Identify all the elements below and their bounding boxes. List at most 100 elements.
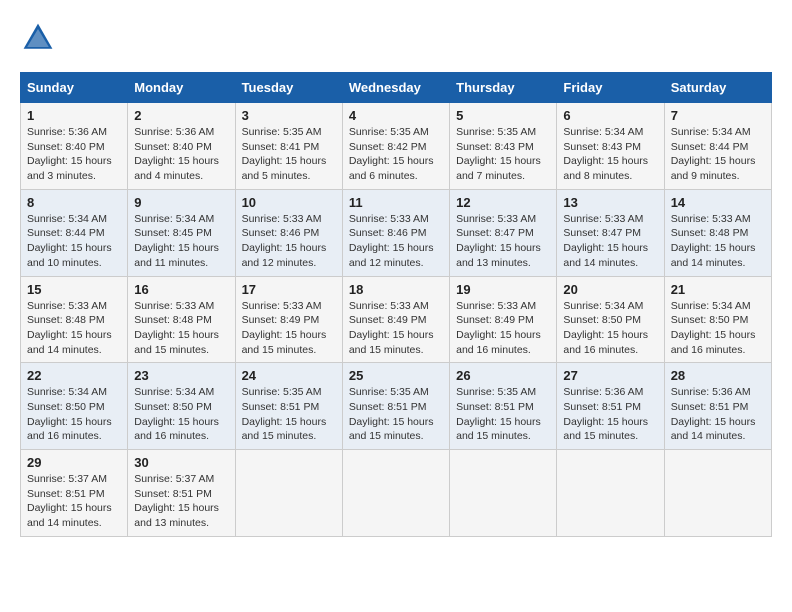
day-info: Sunrise: 5:34 AMSunset: 8:43 PMDaylight:… <box>563 125 657 184</box>
calendar-cell: 13 Sunrise: 5:33 AMSunset: 8:47 PMDayligh… <box>557 189 664 276</box>
calendar-body: 1 Sunrise: 5:36 AMSunset: 8:40 PMDaylight… <box>21 103 772 537</box>
calendar-cell: 6 Sunrise: 5:34 AMSunset: 8:43 PMDaylight… <box>557 103 664 190</box>
day-info: Sunrise: 5:33 AMSunset: 8:49 PMDaylight:… <box>349 299 443 358</box>
day-number: 10 <box>242 195 336 210</box>
calendar-cell: 3Sunrise: 5:35 AMSunset: 8:41 PMDaylight… <box>235 103 342 190</box>
calendar-cell: 30Sunrise: 5:37 AMSunset: 8:51 PMDayligh… <box>128 450 235 537</box>
day-info: Sunrise: 5:36 AMSunset: 8:51 PMDaylight:… <box>671 385 765 444</box>
weekday-header: Thursday <box>450 73 557 103</box>
day-info: Sunrise: 5:33 AMSunset: 8:47 PMDaylight:… <box>456 212 550 271</box>
day-info: Sunrise: 5:34 AMSunset: 8:45 PMDaylight:… <box>134 212 228 271</box>
day-number: 3 <box>242 108 336 123</box>
calendar-header: SundayMondayTuesdayWednesdayThursdayFrid… <box>21 73 772 103</box>
day-number: 23 <box>134 368 228 383</box>
day-number: 16 <box>134 282 228 297</box>
calendar-cell: 10 Sunrise: 5:33 AMSunset: 8:46 PMDayligh… <box>235 189 342 276</box>
calendar-week-row: 22 Sunrise: 5:34 AMSunset: 8:50 PMDayligh… <box>21 363 772 450</box>
day-number: 19 <box>456 282 550 297</box>
calendar-cell: 11Sunrise: 5:33 AMSunset: 8:46 PMDayligh… <box>342 189 449 276</box>
calendar-cell: 12 Sunrise: 5:33 AMSunset: 8:47 PMDayligh… <box>450 189 557 276</box>
calendar-cell: 19 Sunrise: 5:33 AMSunset: 8:49 PMDayligh… <box>450 276 557 363</box>
calendar-cell <box>342 450 449 537</box>
calendar-cell: 20 Sunrise: 5:34 AMSunset: 8:50 PMDayligh… <box>557 276 664 363</box>
calendar-cell: 15 Sunrise: 5:33 AMSunset: 8:48 PMDayligh… <box>21 276 128 363</box>
weekday-header: Saturday <box>664 73 771 103</box>
calendar-cell: 26Sunrise: 5:35 AMSunset: 8:51 PMDayligh… <box>450 363 557 450</box>
calendar-cell: 2 Sunrise: 5:36 AMSunset: 8:40 PMDaylight… <box>128 103 235 190</box>
day-info: Sunrise: 5:35 AMSunset: 8:51 PMDaylight:… <box>242 385 336 444</box>
weekday-header: Wednesday <box>342 73 449 103</box>
calendar-cell: 24 Sunrise: 5:35 AMSunset: 8:51 PMDayligh… <box>235 363 342 450</box>
weekday-header: Friday <box>557 73 664 103</box>
day-info: Sunrise: 5:36 AMSunset: 8:40 PMDaylight:… <box>27 125 121 184</box>
page-header <box>20 20 772 56</box>
day-number: 29 <box>27 455 121 470</box>
day-number: 8 <box>27 195 121 210</box>
day-info: Sunrise: 5:34 AMSunset: 8:44 PMDaylight:… <box>27 212 121 271</box>
calendar-week-row: 29Sunrise: 5:37 AMSunset: 8:51 PMDayligh… <box>21 450 772 537</box>
calendar-cell: 14Sunrise: 5:33 AMSunset: 8:48 PMDayligh… <box>664 189 771 276</box>
logo <box>20 20 60 56</box>
calendar-cell: 1 Sunrise: 5:36 AMSunset: 8:40 PMDaylight… <box>21 103 128 190</box>
day-number: 18 <box>349 282 443 297</box>
day-info: Sunrise: 5:36 AMSunset: 8:40 PMDaylight:… <box>134 125 228 184</box>
calendar-cell: 18 Sunrise: 5:33 AMSunset: 8:49 PMDayligh… <box>342 276 449 363</box>
calendar-cell: 4 Sunrise: 5:35 AMSunset: 8:42 PMDaylight… <box>342 103 449 190</box>
day-number: 13 <box>563 195 657 210</box>
day-number: 22 <box>27 368 121 383</box>
day-info: Sunrise: 5:35 AMSunset: 8:43 PMDaylight:… <box>456 125 550 184</box>
calendar-cell: 22 Sunrise: 5:34 AMSunset: 8:50 PMDayligh… <box>21 363 128 450</box>
day-number: 12 <box>456 195 550 210</box>
day-number: 1 <box>27 108 121 123</box>
day-info: Sunrise: 5:33 AMSunset: 8:48 PMDaylight:… <box>134 299 228 358</box>
day-number: 7 <box>671 108 765 123</box>
day-info: Sunrise: 5:36 AMSunset: 8:51 PMDaylight:… <box>563 385 657 444</box>
day-number: 28 <box>671 368 765 383</box>
day-info: Sunrise: 5:34 AMSunset: 8:50 PMDaylight:… <box>27 385 121 444</box>
day-number: 4 <box>349 108 443 123</box>
calendar-cell: 27 Sunrise: 5:36 AMSunset: 8:51 PMDayligh… <box>557 363 664 450</box>
weekday-header-row: SundayMondayTuesdayWednesdayThursdayFrid… <box>21 73 772 103</box>
calendar-cell: 28 Sunrise: 5:36 AMSunset: 8:51 PMDayligh… <box>664 363 771 450</box>
day-info: Sunrise: 5:33 AMSunset: 8:47 PMDaylight:… <box>563 212 657 271</box>
day-number: 20 <box>563 282 657 297</box>
day-info: Sunrise: 5:34 AMSunset: 8:44 PMDaylight:… <box>671 125 765 184</box>
calendar-cell <box>557 450 664 537</box>
calendar-cell: 21 Sunrise: 5:34 AMSunset: 8:50 PMDayligh… <box>664 276 771 363</box>
day-info: Sunrise: 5:34 AMSunset: 8:50 PMDaylight:… <box>563 299 657 358</box>
calendar-cell <box>664 450 771 537</box>
day-info: Sunrise: 5:34 AMSunset: 8:50 PMDaylight:… <box>134 385 228 444</box>
day-number: 5 <box>456 108 550 123</box>
calendar-cell <box>450 450 557 537</box>
day-number: 27 <box>563 368 657 383</box>
day-info: Sunrise: 5:35 AMSunset: 8:42 PMDaylight:… <box>349 125 443 184</box>
day-number: 9 <box>134 195 228 210</box>
day-info: Sunrise: 5:33 AMSunset: 8:46 PMDaylight:… <box>242 212 336 271</box>
day-number: 2 <box>134 108 228 123</box>
calendar-cell <box>235 450 342 537</box>
calendar-cell: 29Sunrise: 5:37 AMSunset: 8:51 PMDayligh… <box>21 450 128 537</box>
day-number: 21 <box>671 282 765 297</box>
day-number: 17 <box>242 282 336 297</box>
weekday-header: Sunday <box>21 73 128 103</box>
day-number: 26 <box>456 368 550 383</box>
day-number: 6 <box>563 108 657 123</box>
day-info: Sunrise: 5:33 AMSunset: 8:49 PMDaylight:… <box>456 299 550 358</box>
day-info: Sunrise: 5:33 AMSunset: 8:48 PMDaylight:… <box>27 299 121 358</box>
calendar-cell: 8 Sunrise: 5:34 AMSunset: 8:44 PMDaylight… <box>21 189 128 276</box>
weekday-header: Tuesday <box>235 73 342 103</box>
day-number: 24 <box>242 368 336 383</box>
day-info: Sunrise: 5:33 AMSunset: 8:49 PMDaylight:… <box>242 299 336 358</box>
calendar-table: SundayMondayTuesdayWednesdayThursdayFrid… <box>20 72 772 537</box>
calendar-week-row: 1 Sunrise: 5:36 AMSunset: 8:40 PMDaylight… <box>21 103 772 190</box>
calendar-cell: 16 Sunrise: 5:33 AMSunset: 8:48 PMDayligh… <box>128 276 235 363</box>
day-number: 11 <box>349 195 443 210</box>
calendar-cell: 5 Sunrise: 5:35 AMSunset: 8:43 PMDaylight… <box>450 103 557 190</box>
day-info: Sunrise: 5:33 AMSunset: 8:48 PMDaylight:… <box>671 212 765 271</box>
day-number: 30 <box>134 455 228 470</box>
day-info: Sunrise: 5:34 AMSunset: 8:50 PMDaylight:… <box>671 299 765 358</box>
weekday-header: Monday <box>128 73 235 103</box>
day-info: Sunrise: 5:35 AMSunset: 8:51 PMDaylight:… <box>349 385 443 444</box>
day-number: 15 <box>27 282 121 297</box>
calendar-cell: 23 Sunrise: 5:34 AMSunset: 8:50 PMDayligh… <box>128 363 235 450</box>
